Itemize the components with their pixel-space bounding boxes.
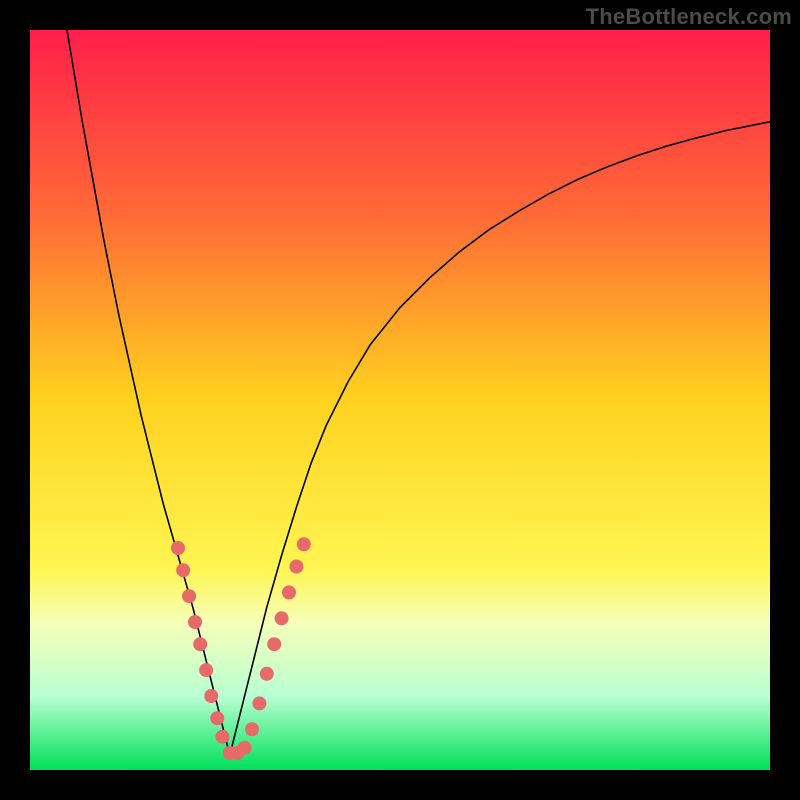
marker-dot	[297, 537, 311, 551]
marker-dot	[204, 689, 218, 703]
marker-dot	[252, 696, 266, 710]
marker-dot	[275, 611, 289, 625]
marker-dot	[282, 585, 296, 599]
gradient-background	[30, 30, 770, 770]
marker-dot	[188, 615, 202, 629]
marker-dot	[267, 637, 281, 651]
watermark-text: TheBottleneck.com	[586, 4, 792, 30]
marker-dot	[260, 667, 274, 681]
marker-dot	[199, 663, 213, 677]
chart-svg	[30, 30, 770, 770]
marker-dot	[238, 741, 252, 755]
marker-dot	[245, 722, 259, 736]
marker-dot	[215, 730, 229, 744]
chart-frame	[30, 30, 770, 770]
marker-dot	[210, 711, 224, 725]
marker-dot	[176, 563, 190, 577]
marker-dot	[193, 637, 207, 651]
marker-dot	[289, 560, 303, 574]
marker-dot	[182, 589, 196, 603]
marker-dot	[171, 541, 185, 555]
